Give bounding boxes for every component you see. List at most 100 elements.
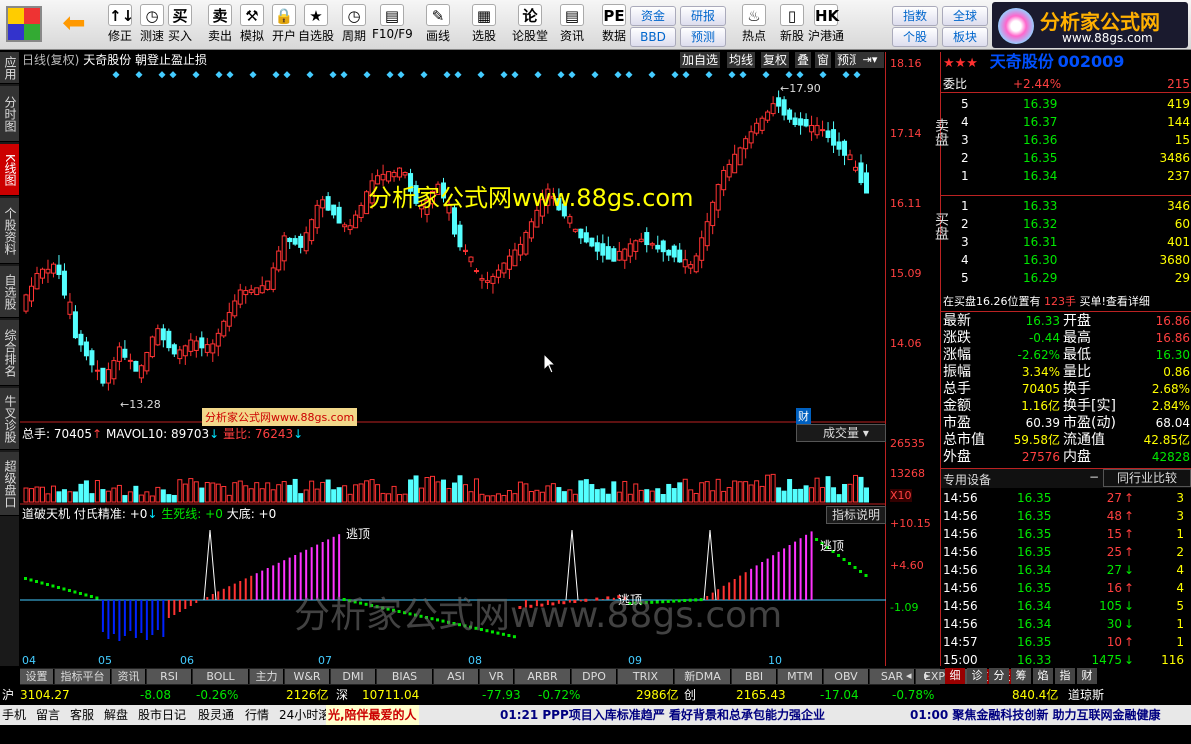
sh-label[interactable]: 沪 — [2, 686, 14, 704]
forecast-button[interactable]: 预测 — [680, 27, 726, 47]
quote-tab-2[interactable]: 分 — [989, 668, 1009, 684]
nav-item-6[interactable]: 牛叉诊股 — [0, 388, 19, 450]
indicator-tab-1[interactable]: 指标平台 — [55, 669, 111, 684]
sz-label[interactable]: 深 — [336, 686, 348, 704]
tab-peer-compare[interactable]: 同行业比较 — [1103, 469, 1191, 487]
quote-tab-3[interactable]: 筹 — [1011, 668, 1031, 684]
tab-scroll-right-icon[interactable]: ▸ — [924, 669, 930, 682]
news-ticker-3[interactable]: 01:00 聚焦金融科技创新 助力互联网金融健康 — [910, 705, 1161, 725]
indicator-help-button[interactable]: 指标说明 — [826, 506, 886, 524]
indicator-tab-7[interactable]: DMI — [331, 669, 376, 684]
toolbar-button-11[interactable]: 论论股堂 — [510, 2, 550, 48]
indicator-tab-9[interactable]: ASI — [434, 669, 479, 684]
finance-marker[interactable]: 财 — [796, 408, 811, 424]
chart-button-4[interactable]: 窗 — [815, 52, 832, 68]
candle-body — [39, 268, 45, 279]
toolbar-button-2[interactable]: 买买入 — [160, 2, 200, 48]
big-order-notice[interactable]: 在买盘16.26位置有 123手 买单!查看详细 — [943, 293, 1191, 310]
nav-item-5[interactable]: 综合排名 — [0, 320, 19, 386]
toolbar-button-7[interactable]: ◷ 周期 — [334, 2, 374, 48]
app-logo-icon[interactable] — [6, 6, 42, 42]
indicator-tab-2[interactable]: 资讯 — [112, 669, 146, 684]
kline-chart-panel[interactable]: ←17.90 ←13.28 逃顶 逃顶 逃顶 04 05 06 07 08 09 10 日线(复权) … — [20, 52, 886, 666]
candle-body — [490, 275, 496, 284]
nav-item-3[interactable]: 个股资料 — [0, 198, 19, 264]
candle-body — [699, 237, 705, 261]
toolbar-button-12[interactable]: ▤ 资讯 — [552, 2, 592, 48]
nav-item-0[interactable]: 应用 — [0, 52, 19, 84]
stat-row: 市盈 60.39 市盈(动) 68.04 — [941, 415, 1191, 432]
volume-bar — [45, 493, 51, 503]
nav-item-7[interactable]: 超级盘口 — [0, 452, 19, 516]
indicator-tab-3[interactable]: RSI — [147, 669, 192, 684]
sector-button[interactable]: 板块 — [942, 27, 988, 47]
level-volume: 29 — [1174, 271, 1190, 285]
candle-body — [336, 206, 342, 224]
back-button[interactable]: ⬅ — [56, 8, 92, 40]
nav-item-1[interactable]: 分时图 — [0, 86, 19, 142]
indicator-bar — [173, 600, 176, 615]
indicator-tab-10[interactable]: VR — [480, 669, 514, 684]
toolbar-button-6[interactable]: ★ 自选股 — [296, 2, 336, 48]
volume-bar — [72, 491, 78, 503]
chart-button-0[interactable]: 加自选 — [680, 52, 721, 68]
news-ticker-2[interactable]: 01:21 PPP项目入库标准趋严 看好背景和总承包能力强企业 — [500, 705, 825, 725]
collapse-icon[interactable]: − — [1089, 470, 1099, 484]
index-button[interactable]: 指数 — [892, 6, 938, 26]
toolbar-button-14[interactable]: ♨ 热点 — [734, 2, 774, 48]
research-button[interactable]: 研报 — [680, 6, 726, 26]
indicator-tab-8[interactable]: BIAS — [377, 669, 433, 684]
status-item-5[interactable]: 股灵通 — [198, 705, 234, 725]
indicator-tab-4[interactable]: BOLL — [193, 669, 249, 684]
quote-tab-6[interactable]: 财 — [1077, 668, 1097, 684]
chart-button-1[interactable]: 均线 — [727, 52, 756, 68]
status-item-0[interactable]: 手机 — [2, 705, 26, 725]
toolbar-button-9[interactable]: ✎ 画线 — [418, 2, 458, 48]
indicator-tab-6[interactable]: W&R — [285, 669, 330, 684]
toolbar-button-13[interactable]: PE 数据 — [594, 2, 634, 48]
chart-button-3[interactable]: 叠 — [795, 52, 812, 68]
toolbar-button-10[interactable]: ▦ 选股 — [464, 2, 504, 48]
status-item-3[interactable]: 解盘 — [104, 705, 128, 725]
tick-tabs: 专用设备 − 同行业比较 — [941, 468, 1191, 488]
nav-item-4[interactable]: 自选股 — [0, 266, 19, 318]
candle-body — [281, 235, 287, 262]
indicator-tab-17[interactable]: OBV — [824, 669, 869, 684]
status-item-2[interactable]: 客服 — [70, 705, 94, 725]
quote-tab-1[interactable]: 诊 — [967, 668, 987, 684]
volume-indicator-dropdown[interactable]: 成交量 ▾ — [796, 424, 886, 442]
status-item-4[interactable]: 股市日记 — [138, 705, 186, 725]
indicator-tab-13[interactable]: TRIX — [618, 669, 674, 684]
quote-tab-5[interactable]: 指 — [1055, 668, 1075, 684]
indicator-tab-12[interactable]: DPO — [572, 669, 617, 684]
indicator-tab-11[interactable]: ARBR — [515, 669, 571, 684]
chart-menu-icon[interactable]: ⇥▾ — [856, 52, 884, 68]
bbd-button[interactable]: BBD — [630, 27, 676, 47]
chart-button-2[interactable]: 复权 — [761, 52, 790, 68]
tab-industry[interactable]: 专用设备 — [943, 471, 991, 488]
kline-chart[interactable]: ←17.90←13.28逃顶逃顶逃顶04 05 06 07 08 09 10 — [20, 52, 886, 666]
nav-item-2[interactable]: K线图 — [0, 144, 19, 196]
quote-tab-0[interactable]: 细 — [945, 668, 965, 684]
status-item-6[interactable]: 行情 — [245, 705, 269, 725]
toolbar-icon: ⚒ — [240, 4, 264, 26]
indicator-tab-5[interactable]: 主力 — [250, 669, 284, 684]
toolbar-button-16[interactable]: HK 沪港通 — [806, 2, 846, 48]
dj-label[interactable]: 道琼斯 — [1068, 686, 1104, 704]
status-item-1[interactable]: 留言 — [36, 705, 60, 725]
indicator-tab-16[interactable]: MTM — [778, 669, 823, 684]
indicator-tab-14[interactable]: 新DMA — [675, 669, 731, 684]
stock-button[interactable]: 个股 — [892, 27, 938, 47]
fund-button[interactable]: 资金 — [630, 6, 676, 26]
toolbar-button-8[interactable]: ▤ F10/F9 — [372, 2, 413, 48]
volume-bar — [616, 491, 622, 503]
indicator-tab-15[interactable]: BBI — [732, 669, 777, 684]
tab-scroll-left-icon[interactable]: ◂ — [906, 669, 912, 682]
indicator-tab-0[interactable]: 设置 — [20, 669, 54, 684]
notice-link[interactable]: 买单!查看详细 — [1080, 295, 1150, 308]
global-button[interactable]: 全球 — [942, 6, 988, 26]
cy-label[interactable]: 创 — [684, 686, 696, 704]
news-ticker-1[interactable]: 光,陪伴最爱的人 — [326, 705, 419, 725]
quote-tab-4[interactable]: 焰 — [1033, 668, 1053, 684]
signal-diamond — [705, 71, 713, 79]
